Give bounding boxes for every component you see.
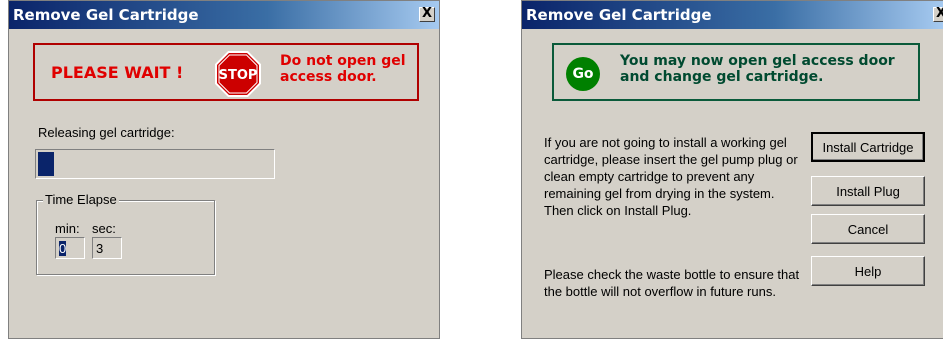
release-progress-bar: [35, 149, 275, 179]
progress-fill: [38, 152, 54, 176]
remove-gel-go-dialog: Remove Gel Cartridge X Go You may now op…: [521, 0, 943, 339]
progress-label: Releasing gel cartridge:: [38, 125, 175, 140]
sec-value: 3: [96, 241, 104, 256]
dialog-title: Remove Gel Cartridge: [526, 6, 712, 24]
min-value: 0: [59, 241, 67, 256]
install-plug-button[interactable]: Install Plug: [811, 176, 925, 206]
please-wait-text: PLEASE WAIT !: [51, 63, 184, 82]
go-panel: Go You may now open gel access door and …: [552, 43, 920, 101]
remove-gel-wait-dialog: Remove Gel Cartridge X PLEASE WAIT ! STO…: [8, 0, 440, 339]
title-bar[interactable]: Remove Gel Cartridge X: [9, 1, 439, 29]
sec-label: sec:: [92, 221, 116, 236]
help-button[interactable]: Help: [811, 256, 925, 286]
warning-panel: PLEASE WAIT ! STOP Do not open gel acces…: [33, 43, 419, 101]
stop-sign-text: STOP: [219, 68, 258, 83]
dialog-title: Remove Gel Cartridge: [13, 6, 199, 24]
sec-field[interactable]: 3: [92, 237, 122, 259]
time-elapse-label: Time Elapse: [43, 192, 119, 207]
install-cartridge-button[interactable]: Install Cartridge: [811, 132, 925, 162]
do-not-open-message: Do not open gel access door.: [280, 53, 406, 85]
close-button[interactable]: X: [933, 7, 943, 22]
min-field[interactable]: 0: [55, 237, 85, 259]
min-label: min:: [55, 221, 80, 236]
close-button[interactable]: X: [419, 7, 435, 22]
go-icon: Go: [566, 57, 600, 91]
waste-bottle-text: Please check the waste bottle to ensure …: [544, 267, 800, 299]
go-message: You may now open gel access door and cha…: [620, 53, 895, 85]
title-bar[interactable]: Remove Gel Cartridge X: [522, 1, 943, 29]
time-elapse-group: Time Elapse min: sec: 0 3: [36, 192, 215, 275]
instructions-text: If you are not going to install a workin…: [544, 135, 798, 218]
stop-sign-icon: STOP: [215, 51, 261, 97]
cancel-button[interactable]: Cancel: [811, 214, 925, 244]
